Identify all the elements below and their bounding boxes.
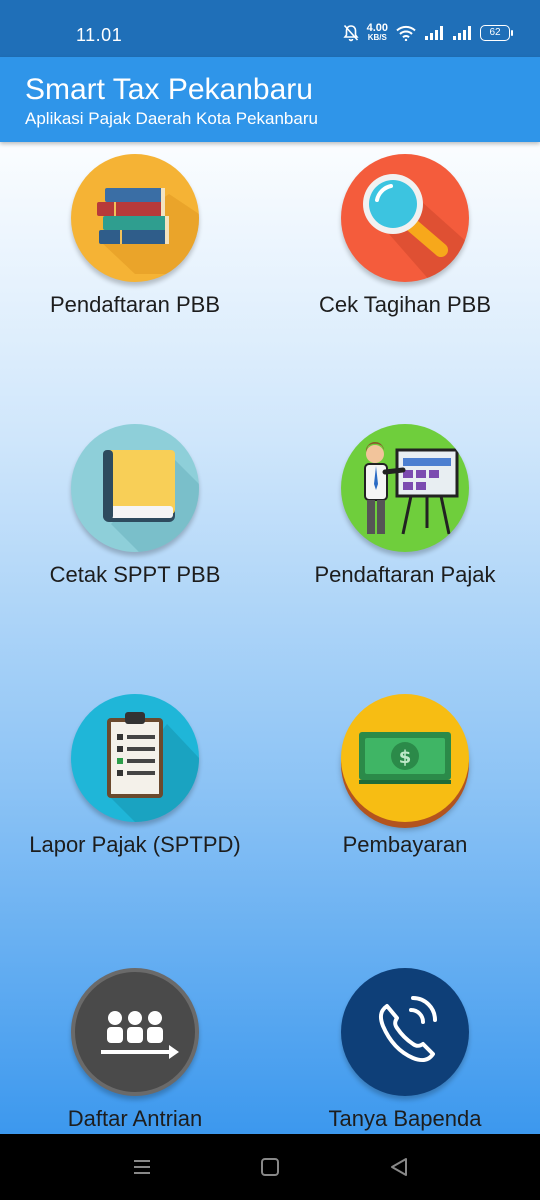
clipboard-icon [71, 694, 199, 822]
app-subtitle: Aplikasi Pajak Daerah Kota Pekanbaru [25, 109, 318, 128]
menu-label: Cetak SPPT PBB [49, 562, 221, 587]
menu-label: Pembayaran [342, 832, 468, 857]
mute-bell-icon [342, 24, 359, 42]
queue-icon [71, 968, 199, 1096]
system-nav-bar [0, 1134, 540, 1200]
menu-item-cek-tagihan-pbb[interactable]: Cek Tagihan PBB [270, 154, 540, 318]
money-icon: $ [341, 694, 469, 822]
phone-icon [341, 968, 469, 1096]
menu-item-cetak-sppt-pbb[interactable]: Cetak SPPT PBB [0, 424, 270, 588]
menu-item-pembayaran[interactable]: $ Pembayaran [270, 694, 540, 858]
menu-label: Pendaftaran PBB [49, 292, 220, 317]
app-bar: Smart Tax Pekanbaru Aplikasi Pajak Daera… [0, 57, 540, 142]
menu-item-pendaftaran-pajak[interactable]: Pendaftaran Pajak [270, 424, 540, 588]
menu-icon [134, 1160, 150, 1174]
signal-icon [425, 26, 443, 40]
status-icons: 4.00 KB/S 62 [342, 22, 513, 43]
status-bar: 11.01 4.00 KB/S 62 [0, 0, 540, 57]
svg-text:$: $ [399, 747, 412, 768]
presentation-icon [341, 424, 469, 552]
menu-item-daftar-antrian[interactable]: Daftar Antrian [0, 968, 270, 1132]
menu-grid: Pendaftaran PBB Cek Tagihan PBB Cetak SP… [0, 142, 540, 1134]
menu-label: Pendaftaran Pajak [314, 562, 496, 587]
back-button[interactable] [386, 1154, 412, 1180]
menu-label: Cek Tagihan PBB [318, 292, 492, 317]
home-button[interactable] [257, 1154, 283, 1180]
magnifier-icon [341, 154, 469, 282]
home-square-icon [261, 1158, 279, 1176]
recent-apps-button[interactable] [129, 1154, 155, 1180]
menu-item-lapor-pajak[interactable]: Lapor Pajak (SPTPD) [0, 694, 270, 858]
network-speed: 4.00 KB/S [366, 22, 388, 43]
signal-icon-2 [453, 26, 471, 40]
status-time: 11.01 [76, 25, 123, 45]
network-speed-value: 4.00 [366, 22, 388, 34]
battery-indicator: 62 [480, 25, 513, 41]
main-content: Pendaftaran PBB Cek Tagihan PBB Cetak SP… [0, 142, 540, 1134]
menu-item-pendaftaran-pbb[interactable]: Pendaftaran PBB [0, 154, 270, 318]
back-triangle-icon [391, 1158, 407, 1176]
books-icon [71, 154, 199, 282]
menu-item-tanya-bapenda[interactable]: Tanya Bapenda [270, 968, 540, 1132]
app-title: Smart Tax Pekanbaru [25, 73, 313, 106]
menu-label: Tanya Bapenda [328, 1106, 482, 1131]
menu-label: Daftar Antrian [67, 1106, 203, 1131]
network-speed-unit: KB/S [367, 33, 387, 42]
wifi-icon [396, 25, 416, 41]
book-icon [71, 424, 199, 552]
menu-label: Lapor Pajak (SPTPD) [29, 832, 241, 857]
